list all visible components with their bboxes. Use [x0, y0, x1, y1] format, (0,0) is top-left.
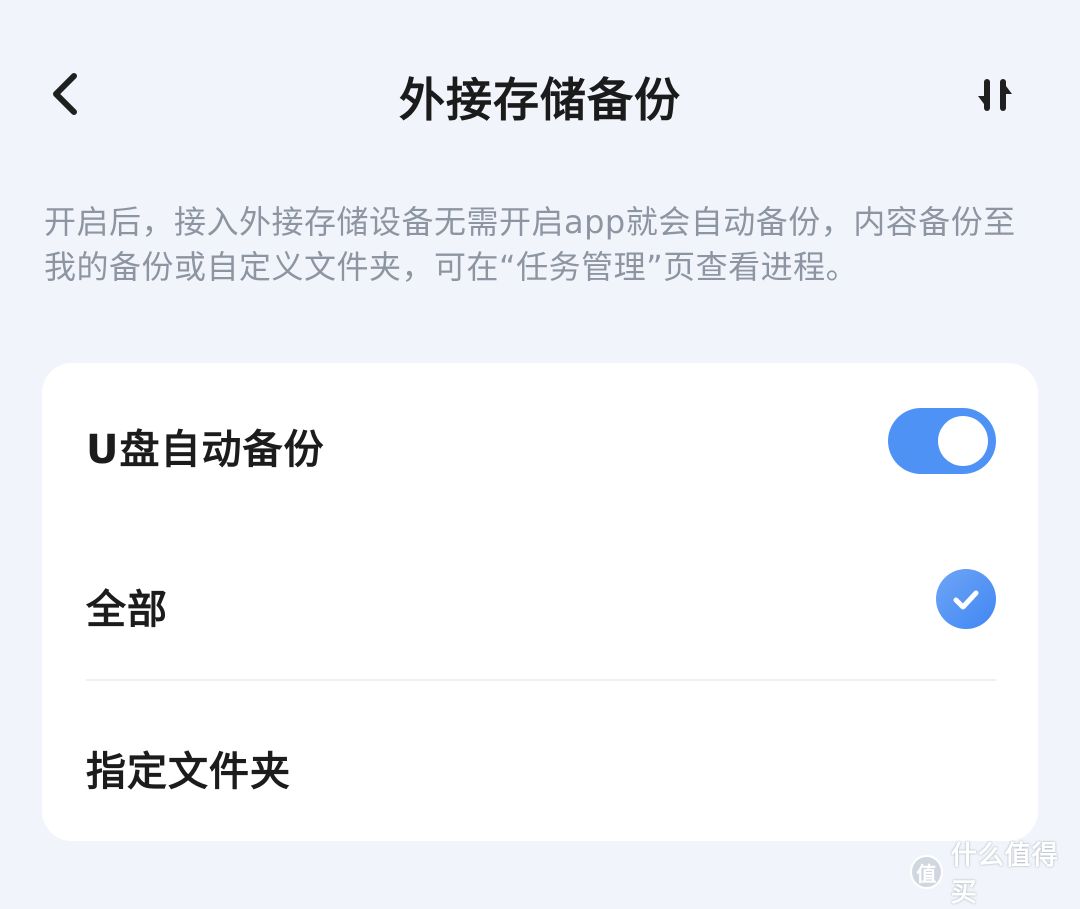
option-all-label: 全部: [86, 587, 168, 633]
auto-backup-toggle[interactable]: [888, 408, 996, 474]
toggle-knob: [938, 416, 988, 466]
watermark-logo-icon: 值: [910, 855, 943, 889]
description-text: 开启后，接入外接存储设备无需开启app就会自动备份，内容备份至我的备份或自定义文…: [44, 203, 1016, 286]
watermark: 值 什么值得买: [910, 841, 1080, 908]
settings-card: U盘自动备份 全部 指定文件夹: [42, 363, 1038, 841]
option-all-row[interactable]: 全部: [42, 523, 1038, 683]
top-bar: 外接存储备份: [0, 0, 1080, 190]
checkmark-icon: [936, 569, 996, 629]
sort-button[interactable]: [970, 70, 1020, 120]
page-title: 外接存储备份: [399, 73, 681, 127]
auto-backup-label: U盘自动备份: [86, 427, 325, 473]
sort-arrows-icon: [978, 79, 1012, 111]
option-folder-label: 指定文件夹: [86, 749, 291, 795]
option-folder-row[interactable]: 指定文件夹: [42, 681, 1038, 841]
auto-backup-row: U盘自动备份: [42, 363, 1038, 523]
